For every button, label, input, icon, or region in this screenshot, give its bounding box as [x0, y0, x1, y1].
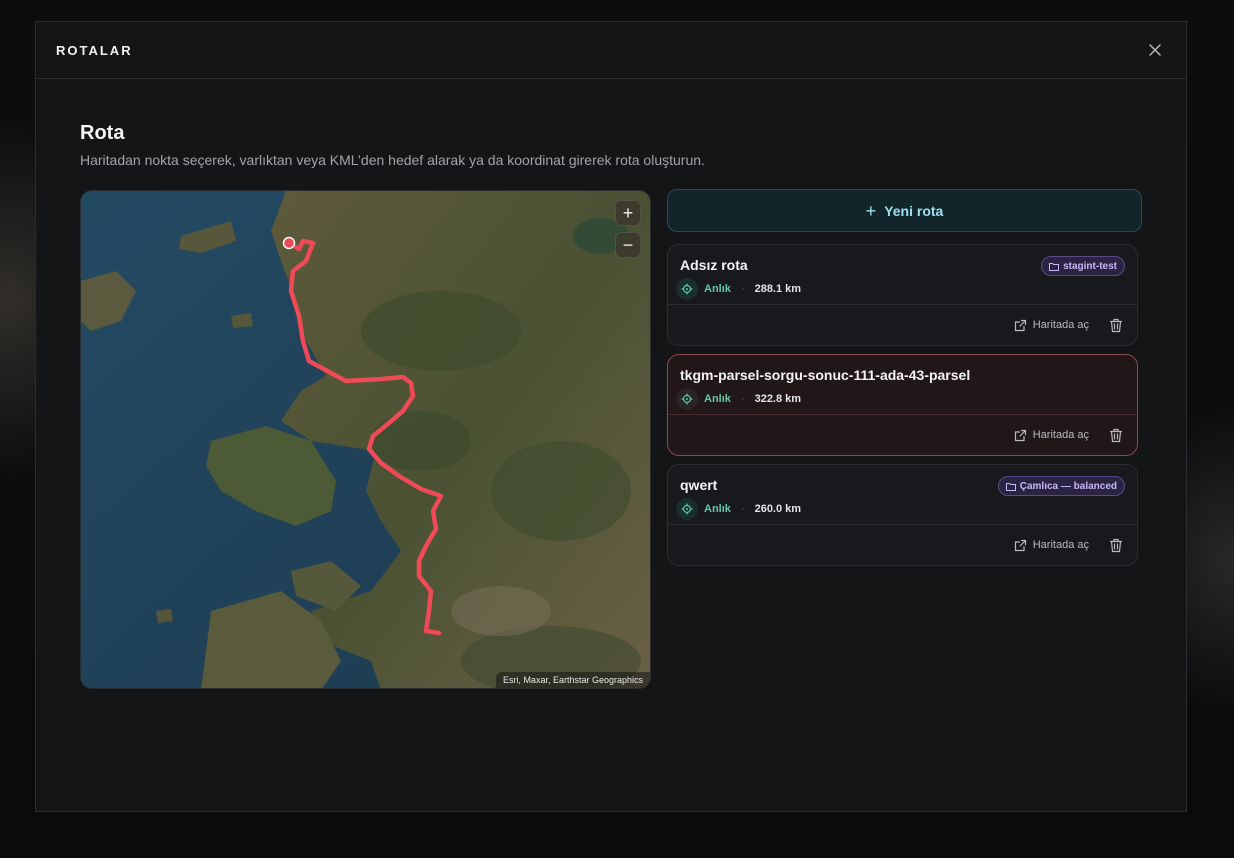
route-card-actions: Haritada aç: [668, 305, 1137, 345]
close-icon[interactable]: [1144, 39, 1166, 61]
route-distance: 260.0 km: [754, 503, 802, 515]
routes-modal: ROTALAR Rota Haritadan nokta seçerek, va…: [35, 21, 1187, 812]
zoom-out-button[interactable]: −: [615, 232, 641, 258]
modal-header: ROTALAR: [36, 22, 1186, 79]
route-card[interactable]: qwert Çamlıca — balanced Anlık · 260.0 k…: [667, 464, 1138, 566]
new-route-label: Yeni rota: [884, 202, 944, 219]
route-name: qwert: [680, 477, 718, 493]
route-card-header: Adsız rota stagint-test Anlık · 288.1 km: [668, 245, 1137, 305]
route-distance: 322.8 km: [754, 393, 802, 405]
map-attribution: Esri, Maxar, Earthstar Geographics: [495, 672, 650, 688]
meta-separator: ·: [740, 393, 745, 405]
meta-separator: ·: [740, 503, 745, 515]
section-description: Haritadan nokta seçerek, varlıktan veya …: [80, 152, 705, 168]
route-meta: Anlık · 322.8 km: [676, 388, 801, 410]
new-route-button[interactable]: + Yeni rota: [667, 189, 1142, 232]
zoom-in-button[interactable]: +: [615, 200, 641, 226]
route-type: Anlık: [704, 503, 731, 515]
route-card-actions: Haritada aç: [668, 415, 1137, 455]
plus-icon: +: [865, 200, 877, 221]
location-target-icon: [676, 388, 698, 410]
open-in-map-label: Haritada aç: [1032, 429, 1089, 441]
route-type: Anlık: [704, 393, 731, 405]
folder-icon: [1049, 262, 1060, 271]
route-tag-label: Çamlıca — balanced: [1019, 480, 1117, 492]
folder-icon: [1005, 482, 1016, 491]
route-card-header: tkgm-parsel-sorgu-sonuc-111-ada-43-parse…: [668, 355, 1137, 415]
trash-icon[interactable]: [1109, 318, 1123, 333]
open-in-map-button[interactable]: Haritada aç: [1014, 319, 1089, 332]
meta-separator: ·: [740, 283, 745, 295]
route-start-marker[interactable]: [282, 236, 296, 250]
external-link-icon: [1014, 429, 1026, 441]
external-link-icon: [1014, 539, 1026, 551]
route-type: Anlık: [704, 283, 731, 295]
route-tag[interactable]: Çamlıca — balanced: [997, 476, 1125, 496]
section-title: Rota: [80, 122, 125, 144]
open-in-map-label: Haritada aç: [1032, 319, 1089, 331]
open-in-map-label: Haritada aç: [1032, 539, 1089, 551]
trash-icon[interactable]: [1109, 428, 1123, 443]
route-name: Adsız rota: [680, 257, 748, 273]
route-name: tkgm-parsel-sorgu-sonuc-111-ada-43-parse…: [680, 367, 971, 383]
location-target-icon: [676, 498, 698, 520]
route-tag[interactable]: stagint-test: [1041, 256, 1125, 276]
route-card-actions: Haritada aç: [668, 525, 1137, 565]
external-link-icon: [1014, 319, 1026, 331]
route-meta: Anlık · 260.0 km: [676, 498, 801, 520]
modal-title: ROTALAR: [56, 42, 133, 58]
open-in-map-button[interactable]: Haritada aç: [1014, 539, 1089, 552]
location-target-icon: [676, 278, 698, 300]
route-card[interactable]: Adsız rota stagint-test Anlık · 288.1 km…: [667, 244, 1138, 346]
route-card-selected[interactable]: tkgm-parsel-sorgu-sonuc-111-ada-43-parse…: [667, 354, 1138, 456]
satellite-map-image: [81, 191, 650, 688]
open-in-map-button[interactable]: Haritada aç: [1014, 429, 1089, 442]
trash-icon[interactable]: [1109, 538, 1123, 553]
route-map[interactable]: + − Esri, Maxar, Earthstar Geographics: [80, 190, 651, 689]
route-distance: 288.1 km: [754, 283, 802, 295]
route-card-header: qwert Çamlıca — balanced Anlık · 260.0 k…: [668, 465, 1137, 525]
route-tag-label: stagint-test: [1063, 260, 1117, 272]
route-meta: Anlık · 288.1 km: [676, 278, 801, 300]
